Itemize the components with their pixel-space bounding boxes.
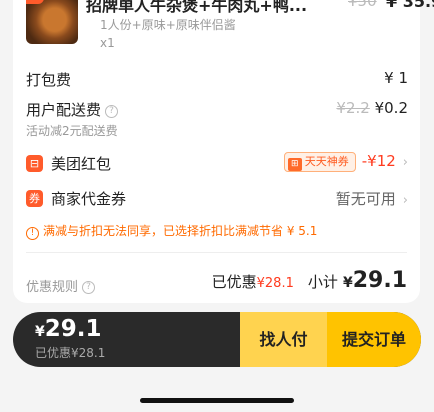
packing-fee-label: 打包费: [26, 71, 72, 89]
order-summary: 已优惠¥28.1 小计 ¥29.1: [212, 268, 407, 293]
item-quantity: x1: [100, 36, 115, 50]
subtotal-label: 小计: [307, 273, 338, 291]
coupon-badge: ⊞ 天天神券: [283, 152, 356, 172]
voucher-value: 暂无可用: [335, 190, 396, 208]
warning-text: 满减与折扣无法同享，已选择折扣比满减节省 ¥ 5.1: [43, 224, 318, 238]
discount-label: 已优惠: [211, 273, 257, 291]
home-indicator[interactable]: [140, 398, 294, 403]
checkout-bar: ¥29.1 已优惠¥28.1 找人付 提交订单: [13, 312, 421, 367]
discount-rules-link[interactable]: 优惠规则?: [26, 276, 96, 295]
warning-icon: !: [26, 227, 39, 240]
help-icon: ?: [82, 281, 96, 294]
item-original-price: ¥50: [348, 0, 377, 10]
order-card: 折 招牌单人牛杂煲+牛肉丸+鸭... ¥50 ¥ 35.9 1人份+原味+原味伴…: [13, 0, 434, 303]
total-currency: ¥: [35, 324, 45, 340]
voucher-icon: 券: [26, 190, 43, 207]
red-packet-value: -¥12: [361, 152, 396, 170]
delivery-fee-original: ¥2.2: [336, 99, 370, 117]
item-thumbnail: 折: [26, 0, 78, 44]
subtotal-currency: ¥: [342, 275, 353, 291]
delivery-fee-label: 用户配送费: [26, 101, 102, 119]
packing-fee-value: ¥ 1: [384, 69, 408, 87]
item-spec: 1人份+原味+原味伴侣酱: [100, 18, 236, 32]
help-icon[interactable]: ?: [105, 105, 119, 118]
delivery-fee-value: ¥0.2: [374, 99, 408, 117]
rules-label: 优惠规则: [26, 280, 79, 295]
coupon-badge-label: 天天神券: [304, 155, 349, 168]
delivery-fee-note: 活动减2元配送费: [26, 124, 118, 138]
item-name: 招牌单人牛杂煲+牛肉丸+鸭...: [86, 0, 308, 15]
subtotal-value: 29.1: [352, 268, 407, 293]
chevron-right-icon: ›: [402, 193, 408, 208]
coupon-icon: ⊞: [287, 158, 302, 171]
total-value: 29.1: [44, 316, 102, 342]
find-payer-button[interactable]: 找人付: [240, 312, 327, 367]
order-item[interactable]: 折 招牌单人牛杂煲+牛肉丸+鸭... ¥50 ¥ 35.9 1人份+原味+原味伴…: [26, 0, 434, 50]
discount-tag: 折: [26, 0, 44, 4]
submit-order-button[interactable]: 提交订单: [327, 312, 421, 367]
divider: [26, 252, 407, 253]
red-packet-label: 美团红包: [51, 155, 112, 173]
chevron-right-icon: ›: [402, 155, 408, 170]
voucher-label: 商家代金券: [51, 190, 127, 208]
item-price: ¥ 35.9: [386, 0, 434, 11]
total-saved: 已优惠¥28.1: [35, 346, 106, 360]
total-price: ¥29.1: [35, 316, 102, 342]
voucher-right: 暂无可用 ›: [336, 188, 408, 209]
delivery-fee-row: 用户配送费?: [26, 99, 119, 120]
delivery-fee-values: ¥2.2 ¥0.2: [336, 99, 408, 117]
red-packet-right: ⊞ 天天神券 -¥12 ›: [283, 152, 408, 172]
discount-warning: ! 满减与折扣无法同享，已选择折扣比满减节省 ¥ 5.1: [26, 222, 317, 240]
discount-value: ¥28.1: [256, 276, 294, 291]
red-packet-icon: ⊟: [26, 155, 43, 172]
